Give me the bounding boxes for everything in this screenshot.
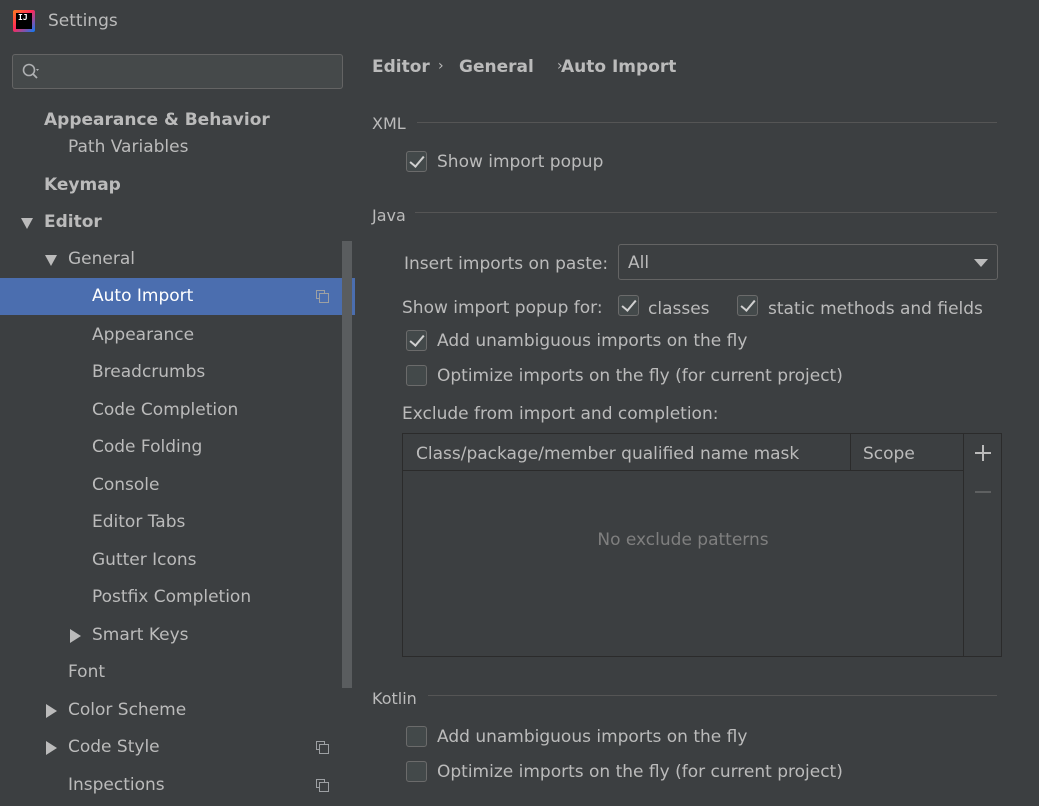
dropdown-value: All	[628, 253, 650, 273]
checkbox-label: static methods and fields	[768, 299, 983, 319]
sidebar-item-label: Keymap	[44, 175, 121, 195]
sidebar-item-label: Code Style	[68, 737, 160, 757]
sidebar-item-label: Editor	[44, 212, 102, 232]
insert-imports-label: Insert imports on paste:	[404, 254, 609, 274]
section-divider	[415, 212, 997, 213]
sidebar-item-inspections[interactable]: Inspections	[0, 767, 355, 804]
sidebar-item-label: Editor Tabs	[92, 512, 186, 532]
project-settings-icon	[316, 779, 329, 792]
sidebar-item-label: Code Completion	[92, 400, 239, 420]
title-bar: IJ Settings	[0, 0, 1039, 42]
sidebar-item-console[interactable]: Console	[0, 467, 355, 504]
section-divider	[428, 695, 997, 696]
sidebar-item-appearance[interactable]: Appearance	[0, 317, 355, 354]
sidebar-item-postfix-completion[interactable]: Postfix Completion	[0, 579, 355, 616]
breadcrumb-general[interactable]: General	[459, 57, 534, 77]
add-icon[interactable]	[973, 443, 993, 463]
sidebar-scrollbar[interactable]	[342, 241, 352, 688]
sidebar-item-label: Appearance	[92, 325, 195, 345]
intellij-app-icon: IJ	[13, 10, 35, 32]
table-toolbar	[963, 434, 1001, 656]
sidebar-item-label: Console	[92, 475, 160, 495]
sidebar-item-label: Auto Import	[92, 286, 194, 306]
column-header-mask[interactable]: Class/package/member qualified name mask	[416, 444, 799, 464]
search-icon[interactable]	[22, 63, 40, 81]
sidebar-item-smart-keys[interactable]: Smart Keys	[0, 617, 355, 654]
xml-show-import-popup-checkbox[interactable]	[406, 151, 427, 172]
checkbox-label: Show import popup	[437, 152, 604, 172]
sidebar-item-label: Gutter Icons	[92, 550, 197, 570]
search-box[interactable]	[12, 54, 343, 89]
collapsed-arrow-icon[interactable]	[46, 704, 57, 718]
sidebar-item-breadcrumbs[interactable]: Breadcrumbs	[0, 354, 355, 391]
settings-content: Editor › General › Auto Import XML Show …	[355, 42, 1039, 806]
breadcrumb-editor[interactable]: Editor	[372, 57, 430, 77]
java-optimize-imports-checkbox[interactable]	[406, 365, 427, 386]
sidebar-item-gutter-icons[interactable]: Gutter Icons	[0, 542, 355, 579]
section-title-xml: XML	[372, 114, 406, 133]
exclude-table-body[interactable]: Class/package/member qualified name mask…	[403, 434, 963, 656]
sidebar-item-color-scheme[interactable]: Color Scheme	[0, 692, 355, 729]
sidebar-item-label: Inspections	[68, 775, 165, 795]
sidebar-item-path-variables[interactable]: Path Variables	[0, 129, 355, 166]
sidebar-item-font[interactable]: Font	[0, 654, 355, 691]
checkbox-label: Add unambiguous imports on the fly	[437, 331, 748, 351]
checkbox-label: Add unambiguous imports on the fly	[437, 727, 748, 747]
exclude-label: Exclude from import and completion:	[402, 404, 719, 424]
sidebar-item-label: Path Variables	[68, 137, 189, 157]
search-input[interactable]	[53, 60, 333, 84]
breadcrumb-separator: ›	[438, 58, 444, 74]
expand-arrow-icon[interactable]	[21, 218, 33, 229]
column-separator	[850, 434, 851, 471]
sidebar-item-code-completion[interactable]: Code Completion	[0, 392, 355, 429]
column-header-scope[interactable]: Scope	[863, 444, 915, 464]
collapsed-arrow-icon[interactable]	[46, 741, 57, 755]
breadcrumb-auto-import: Auto Import	[561, 57, 677, 77]
remove-icon[interactable]	[973, 482, 993, 502]
show-import-popup-for-label: Show import popup for:	[402, 298, 603, 318]
exclude-table: Class/package/member qualified name mask…	[402, 433, 1002, 657]
sidebar-item-label: Smart Keys	[92, 625, 189, 645]
settings-sidebar: Appearance & Behavior Path Variables Key…	[0, 42, 355, 806]
sidebar-item-editor-tabs[interactable]: Editor Tabs	[0, 504, 355, 541]
sidebar-item-code-folding[interactable]: Code Folding	[0, 429, 355, 466]
insert-imports-dropdown[interactable]: All	[618, 244, 998, 280]
expand-arrow-icon[interactable]	[45, 255, 57, 266]
sidebar-item-code-style[interactable]: Code Style	[0, 729, 355, 766]
sidebar-item-auto-import[interactable]: Auto Import	[0, 278, 355, 315]
sidebar-item-label: General	[68, 249, 135, 269]
checkbox-label: Optimize imports on the fly (for current…	[437, 762, 843, 782]
classes-checkbox[interactable]	[618, 295, 639, 316]
sidebar-item-editor[interactable]: Editor	[0, 204, 355, 241]
table-header: Class/package/member qualified name mask…	[403, 434, 963, 471]
checkbox-label: Optimize imports on the fly (for current…	[437, 366, 843, 386]
section-title-java: Java	[372, 206, 406, 225]
app-icon-label: IJ	[16, 13, 32, 29]
kotlin-add-unambiguous-checkbox[interactable]	[406, 726, 427, 747]
sidebar-item-general[interactable]: General	[0, 241, 355, 278]
sidebar-item-label: Color Scheme	[68, 700, 187, 720]
checkbox-label: classes	[648, 299, 710, 319]
sidebar-item-label: Postfix Completion	[92, 587, 252, 607]
collapsed-arrow-icon[interactable]	[70, 629, 81, 643]
java-add-unambiguous-checkbox[interactable]	[406, 330, 427, 351]
window-title: Settings	[48, 11, 118, 31]
table-empty-text: No exclude patterns	[597, 530, 769, 550]
section-divider	[417, 122, 997, 123]
project-settings-icon	[316, 741, 329, 754]
chevron-down-icon	[974, 259, 988, 267]
static-methods-checkbox[interactable]	[737, 295, 758, 316]
section-title-kotlin: Kotlin	[372, 689, 417, 708]
project-settings-icon	[316, 290, 329, 303]
kotlin-optimize-imports-checkbox[interactable]	[406, 761, 427, 782]
sidebar-item-label: Font	[68, 662, 106, 682]
sidebar-item-keymap[interactable]: Keymap	[0, 167, 355, 204]
sidebar-item-label: Breadcrumbs	[92, 362, 206, 382]
sidebar-item-label: Code Folding	[92, 437, 203, 457]
